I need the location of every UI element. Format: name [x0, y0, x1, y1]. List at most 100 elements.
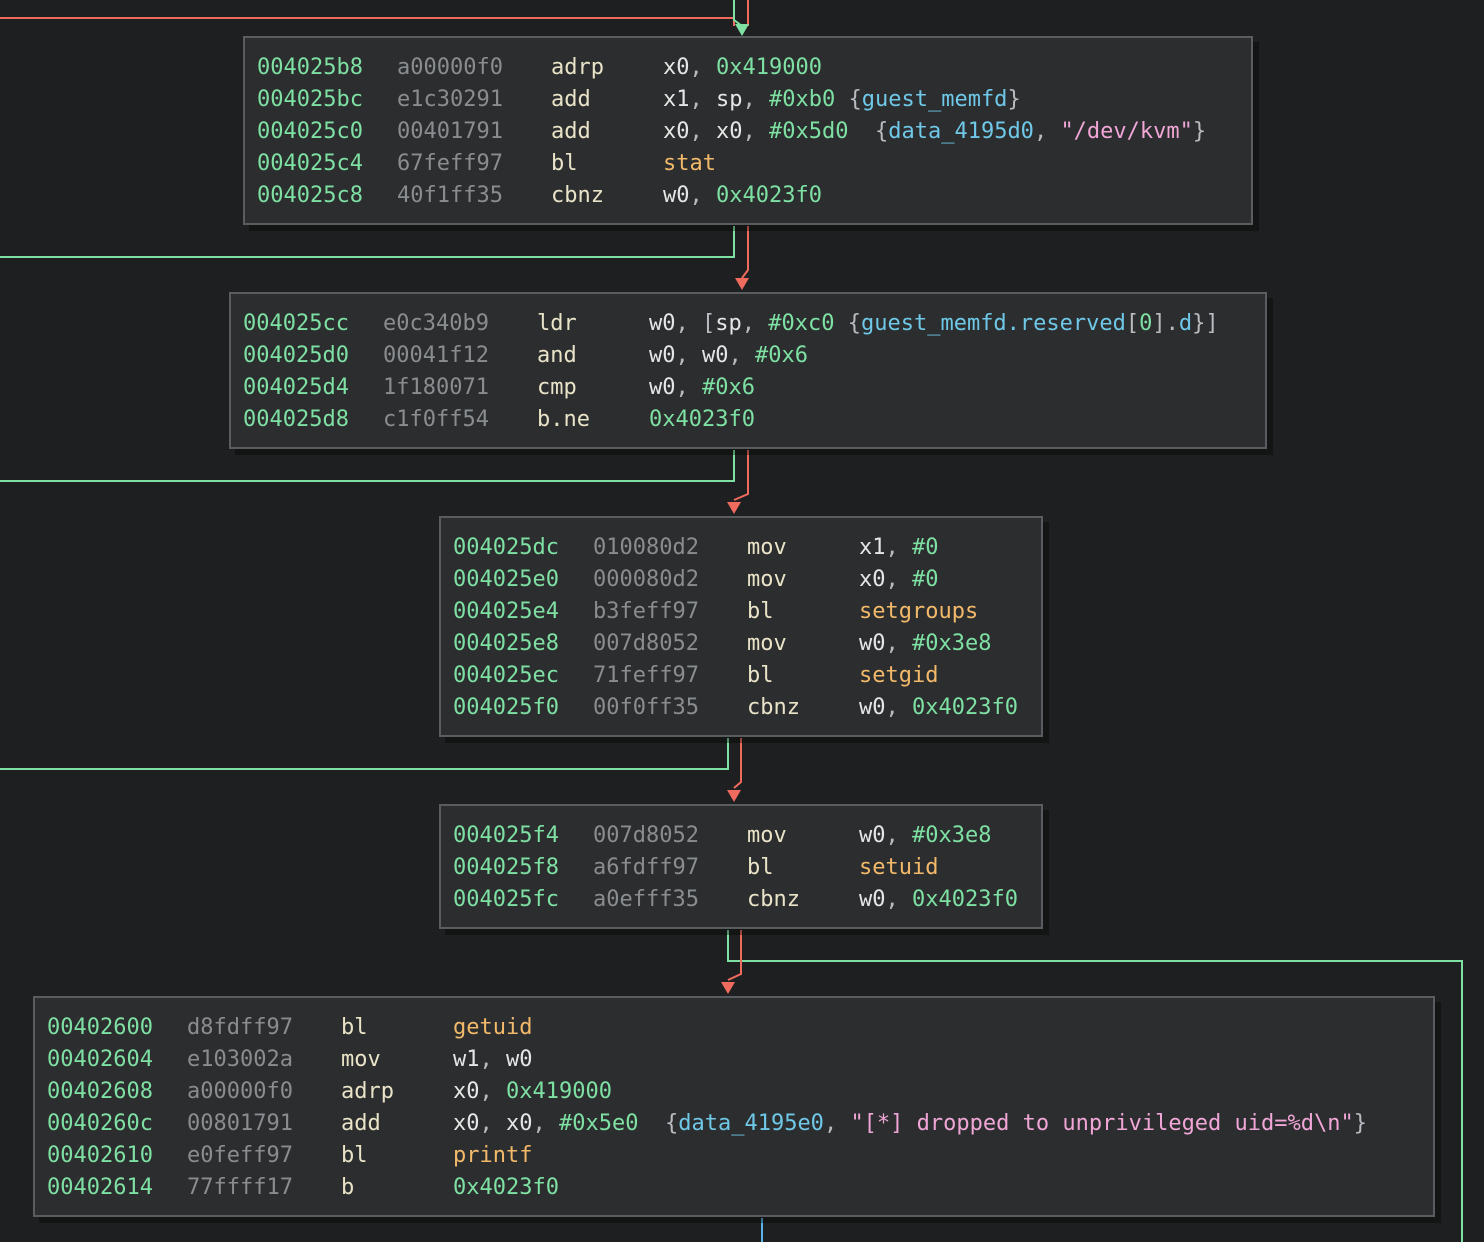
- operand-imm[interactable]: #0x3e8: [912, 823, 991, 848]
- basic-block-00402600[interactable]: 00402600 d8fdff97 bl getuid 00402604 e103002a…: [33, 996, 1435, 1217]
- edge-green-into-block-1[interactable]: [733, 0, 743, 27]
- instruction-address[interactable]: 004025bc: [257, 84, 363, 116]
- instruction-address[interactable]: 0040260c: [47, 1108, 153, 1140]
- instruction-mnemonic[interactable]: bl: [747, 596, 774, 628]
- instruction-mnemonic[interactable]: ldr: [537, 308, 577, 340]
- instruction-row[interactable]: 00402614 77ffff17 b 0x4023f0: [47, 1172, 1421, 1204]
- instruction-row[interactable]: 004025e0 000080d2 mov x0, #0: [453, 564, 1029, 596]
- instruction-mnemonic[interactable]: b: [341, 1172, 354, 1204]
- instruction-mnemonic[interactable]: bl: [341, 1140, 368, 1172]
- instruction-row[interactable]: 004025e4 b3feff97 bl setgroups: [453, 596, 1029, 628]
- edge-true-out-block-2[interactable]: [0, 450, 735, 482]
- operand-imm[interactable]: 0x419000: [506, 1079, 612, 1104]
- instruction-mnemonic[interactable]: and: [537, 340, 577, 372]
- operand-imm[interactable]: #0x6: [755, 343, 808, 368]
- instruction-address[interactable]: 004025fc: [453, 884, 559, 916]
- edge-true-out-block-1[interactable]: [0, 226, 735, 258]
- instruction-mnemonic[interactable]: cbnz: [747, 884, 800, 916]
- edge-false-block-2-to-3[interactable]: [733, 450, 749, 501]
- instruction-row[interactable]: 004025c8 40f1ff35 cbnz w0, 0x4023f0: [257, 180, 1239, 212]
- operand-var[interactable]: data_4195d0: [888, 119, 1034, 144]
- operand-var[interactable]: guest_memfd.reserved: [861, 311, 1126, 336]
- operand-imm[interactable]: 0: [1139, 311, 1152, 336]
- operand-imm[interactable]: #0: [912, 535, 939, 560]
- instruction-mnemonic[interactable]: add: [551, 116, 591, 148]
- instruction-mnemonic[interactable]: mov: [341, 1044, 381, 1076]
- instruction-row[interactable]: 004025ec 71feff97 bl setgid: [453, 660, 1029, 692]
- instruction-row[interactable]: 00402608 a00000f0 adrp x0, 0x419000: [47, 1076, 1421, 1108]
- instruction-row[interactable]: 00402600 d8fdff97 bl getuid: [47, 1012, 1421, 1044]
- instruction-row[interactable]: 004025f4 007d8052 mov w0, #0x3e8: [453, 820, 1029, 852]
- instruction-row[interactable]: 004025c0 00401791 add x0, x0, #0x5d0 {data_…: [257, 116, 1239, 148]
- operand-sym[interactable]: setgid: [859, 663, 938, 688]
- operand-imm[interactable]: 0x419000: [716, 55, 822, 80]
- instruction-mnemonic[interactable]: bl: [551, 148, 578, 180]
- operand-sym[interactable]: printf: [453, 1143, 532, 1168]
- instruction-mnemonic[interactable]: bl: [747, 660, 774, 692]
- instruction-mnemonic[interactable]: bl: [747, 852, 774, 884]
- operand-imm[interactable]: 0x4023f0: [716, 183, 822, 208]
- instruction-address[interactable]: 004025c4: [257, 148, 363, 180]
- instruction-mnemonic[interactable]: adrp: [341, 1076, 394, 1108]
- operand-imm[interactable]: #0x5d0: [769, 119, 848, 144]
- instruction-row[interactable]: 004025d4 1f180071 cmp w0, #0x6: [243, 372, 1253, 404]
- instruction-mnemonic[interactable]: add: [551, 84, 591, 116]
- instruction-address[interactable]: 004025dc: [453, 532, 559, 564]
- instruction-row[interactable]: 004025f8 a6fdff97 bl setuid: [453, 852, 1029, 884]
- instruction-row[interactable]: 004025dc 010080d2 mov x1, #0: [453, 532, 1029, 564]
- instruction-address[interactable]: 004025d4: [243, 372, 349, 404]
- instruction-row[interactable]: 004025c4 67feff97 bl stat: [257, 148, 1239, 180]
- instruction-address[interactable]: 00402608: [47, 1076, 153, 1108]
- instruction-mnemonic[interactable]: add: [341, 1108, 381, 1140]
- operand-imm[interactable]: 0x4023f0: [912, 887, 1018, 912]
- instruction-address[interactable]: 004025d0: [243, 340, 349, 372]
- instruction-address[interactable]: 00402600: [47, 1012, 153, 1044]
- instruction-mnemonic[interactable]: bl: [341, 1012, 368, 1044]
- instruction-address[interactable]: 004025e0: [453, 564, 559, 596]
- operand-sym[interactable]: stat: [663, 151, 716, 176]
- instruction-row[interactable]: 00402610 e0feff97 bl printf: [47, 1140, 1421, 1172]
- instruction-row[interactable]: 004025bc e1c30291 add x1, sp, #0xb0 {guest_…: [257, 84, 1239, 116]
- basic-block-004025cc[interactable]: 004025cc e0c340b9 ldr w0, [sp, #0xc0 {guest…: [229, 292, 1267, 449]
- operand-imm[interactable]: #0x6: [702, 375, 755, 400]
- instruction-mnemonic[interactable]: mov: [747, 532, 787, 564]
- instruction-address[interactable]: 004025b8: [257, 52, 363, 84]
- operand-sym[interactable]: setgroups: [859, 599, 978, 624]
- edge-false-into-block-1[interactable]: [0, 17, 735, 26]
- instruction-mnemonic[interactable]: adrp: [551, 52, 604, 84]
- instruction-mnemonic[interactable]: cmp: [537, 372, 577, 404]
- basic-block-004025b8[interactable]: 004025b8 a00000f0 adrp x0, 0x419000 004025bc…: [243, 36, 1253, 225]
- operand-imm[interactable]: #0x5e0: [559, 1111, 638, 1136]
- instruction-mnemonic[interactable]: mov: [747, 820, 787, 852]
- basic-block-004025dc[interactable]: 004025dc 010080d2 mov x1, #0 004025e0 000080d…: [439, 516, 1043, 737]
- operand-imm[interactable]: #0: [912, 567, 939, 592]
- instruction-address[interactable]: 004025ec: [453, 660, 559, 692]
- instruction-row[interactable]: 004025fc a0efff35 cbnz w0, 0x4023f0: [453, 884, 1029, 916]
- instruction-address[interactable]: 004025cc: [243, 308, 349, 340]
- instruction-row[interactable]: 00402604 e103002a mov w1, w0: [47, 1044, 1421, 1076]
- instruction-row[interactable]: 004025cc e0c340b9 ldr w0, [sp, #0xc0 {guest…: [243, 308, 1253, 340]
- instruction-address[interactable]: 004025c0: [257, 116, 363, 148]
- instruction-row[interactable]: 004025d0 00041f12 and w0, w0, #0x6: [243, 340, 1253, 372]
- instruction-address[interactable]: 00402610: [47, 1140, 153, 1172]
- operand-imm[interactable]: #0xb0: [769, 87, 835, 112]
- operand-var[interactable]: data_4195e0: [678, 1111, 824, 1136]
- operand-sym[interactable]: getuid: [453, 1015, 532, 1040]
- instruction-mnemonic[interactable]: b.ne: [537, 404, 590, 436]
- edge-true-out-block-3[interactable]: [0, 738, 729, 770]
- instruction-row[interactable]: 004025e8 007d8052 mov w0, #0x3e8: [453, 628, 1029, 660]
- instruction-mnemonic[interactable]: cbnz: [551, 180, 604, 212]
- instruction-address[interactable]: 004025d8: [243, 404, 349, 436]
- operand-imm[interactable]: 0x4023f0: [912, 695, 1018, 720]
- edge-false-block-1-to-2[interactable]: [741, 226, 749, 279]
- operand-imm[interactable]: 0x4023f0: [649, 407, 755, 432]
- instruction-address[interactable]: 00402614: [47, 1172, 153, 1204]
- instruction-address[interactable]: 004025f8: [453, 852, 559, 884]
- instruction-row[interactable]: 004025f0 00f0ff35 cbnz w0, 0x4023f0: [453, 692, 1029, 724]
- operand-var[interactable]: d: [1179, 311, 1192, 336]
- instruction-row[interactable]: 0040260c 00801791 add x0, x0, #0x5e0 {data_…: [47, 1108, 1421, 1140]
- operand-var[interactable]: guest_memfd: [862, 87, 1008, 112]
- instruction-mnemonic[interactable]: mov: [747, 628, 787, 660]
- operand-imm[interactable]: #0x3e8: [912, 631, 991, 656]
- basic-block-004025f4[interactable]: 004025f4 007d8052 mov w0, #0x3e8 004025f8 a6f…: [439, 804, 1043, 929]
